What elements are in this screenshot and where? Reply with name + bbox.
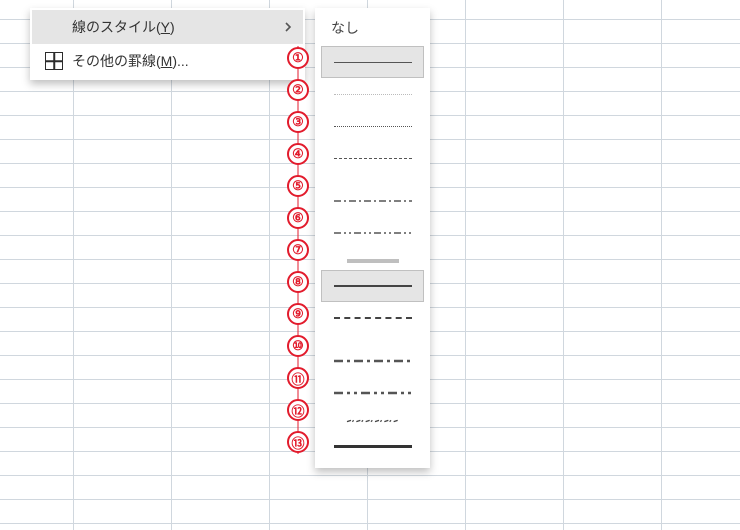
line-sample-med-solid	[334, 285, 412, 287]
line-style-option-med-dash-dot-dot[interactable]	[321, 366, 424, 398]
line-style-flyout: なし	[315, 8, 430, 468]
line-style-option-slant-dash-dot[interactable]	[321, 398, 424, 430]
chevron-right-icon	[281, 19, 295, 35]
line-style-option-thick-solid[interactable]	[321, 430, 424, 462]
menu-label-line-style: 線のスタイル(Y)	[68, 17, 281, 37]
line-style-option-med-dash-dot[interactable]	[321, 334, 424, 366]
menu-item-line-style[interactable]: 線のスタイル(Y)	[32, 10, 303, 44]
line-style-option-thin-solid[interactable]	[321, 46, 424, 78]
line-sample-thin-solid	[334, 62, 412, 63]
line-sample-slant-dash-dot	[334, 410, 412, 418]
line-style-option-med-dash[interactable]	[321, 302, 424, 334]
callout-badge-4: ④	[287, 143, 309, 165]
callout-badge-5: ⑤	[287, 175, 309, 197]
line-sample-dot	[334, 126, 412, 127]
line-style-option-dash-dot-dot[interactable]	[321, 206, 424, 238]
line-sample-hair	[334, 94, 412, 95]
line-style-option-dash[interactable]	[321, 142, 424, 174]
borders-icon	[40, 52, 68, 70]
callout-badge-7: ⑦	[287, 239, 309, 261]
line-sample-thick-solid	[334, 445, 412, 448]
menu-item-more-borders[interactable]: その他の罫線(M)...	[32, 44, 303, 78]
callout-badge-11: ⑪	[287, 367, 309, 389]
line-style-option-dash-dot[interactable]	[321, 174, 424, 206]
callout-badge-13: ⑬	[287, 431, 309, 453]
callout-badge-9: ⑨	[287, 303, 309, 325]
line-sample-med-dash	[334, 317, 412, 319]
callout-badge-3: ③	[287, 111, 309, 133]
menu-label-more-borders: その他の罫線(M)...	[68, 51, 295, 71]
context-menu: 線のスタイル(Y) その他の罫線(M)...	[30, 8, 305, 80]
line-sample-double	[334, 250, 412, 258]
flyout-title-none[interactable]: なし	[317, 14, 428, 46]
callout-badge-2: ②	[287, 79, 309, 101]
line-style-option-double[interactable]	[321, 238, 424, 270]
callout-badge-12: ⑫	[287, 399, 309, 421]
callout-badge-6: ⑥	[287, 207, 309, 229]
callout-badge-10: ⑩	[287, 335, 309, 357]
line-sample-dash	[334, 158, 412, 159]
line-style-option-dot[interactable]	[321, 110, 424, 142]
callout-badge-8: ⑧	[287, 271, 309, 293]
callout-badge-1: ①	[287, 47, 309, 69]
line-style-option-hair[interactable]	[321, 78, 424, 110]
line-style-option-med-solid[interactable]	[321, 270, 424, 302]
